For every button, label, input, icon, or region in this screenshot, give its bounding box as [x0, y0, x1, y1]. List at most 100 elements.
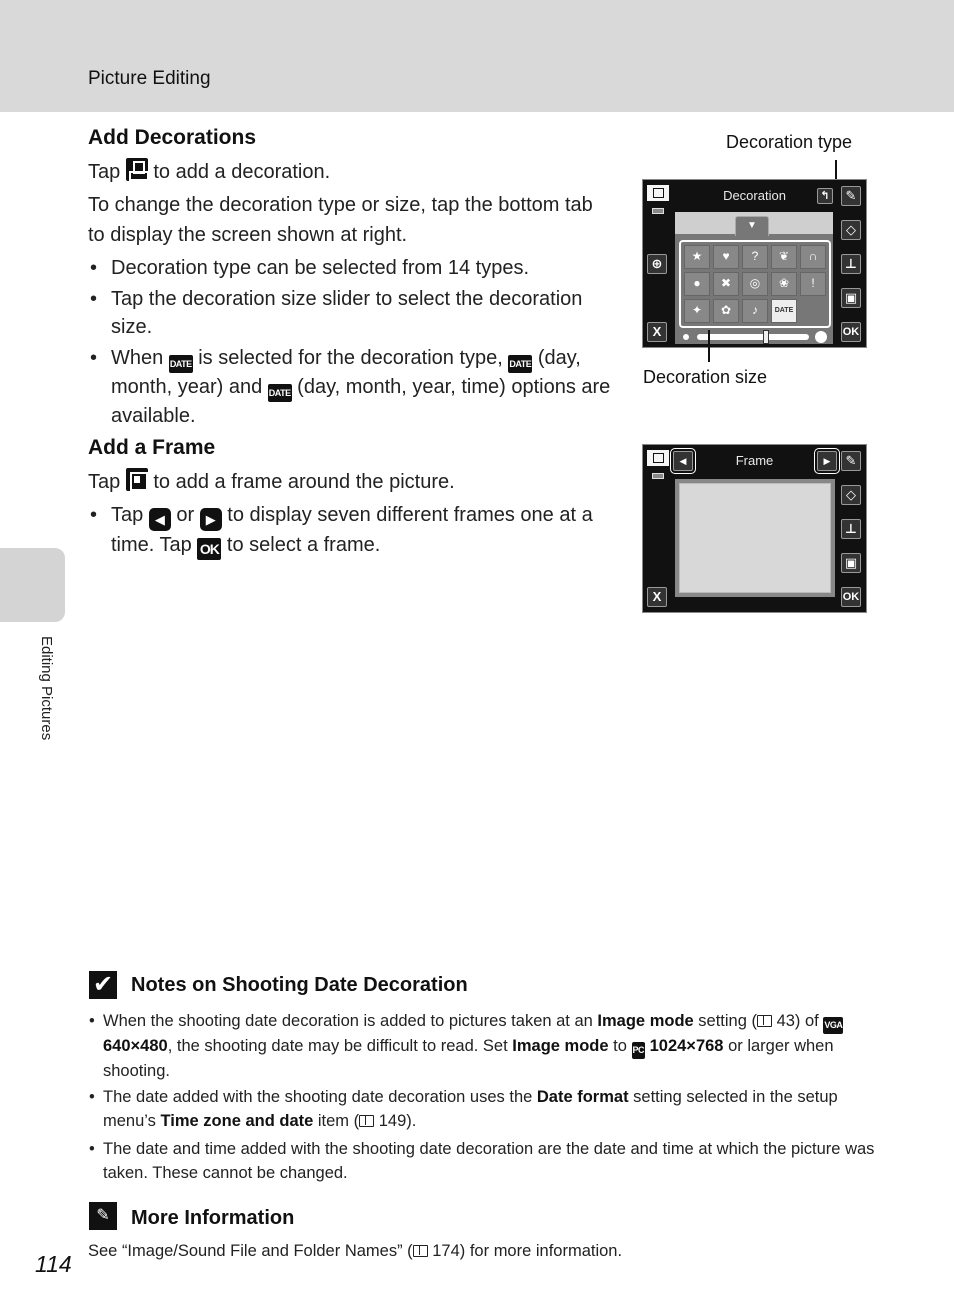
note-bullet-2: The date added with the shooting date de… [88, 1085, 878, 1133]
frame-bullet-1: Tap ◀ or ▶ to display seven different fr… [88, 501, 613, 560]
frame-icon [125, 468, 148, 491]
next-frame-button[interactable]: ▶ [814, 448, 840, 474]
chapter-label: Editing Pictures [38, 636, 55, 741]
back-button[interactable]: ↰ [817, 188, 833, 204]
decoration-star[interactable]: ★ [684, 245, 710, 269]
frame-tool-button[interactable]: ▣ [841, 553, 861, 573]
ok-button[interactable]: OK [841, 587, 861, 607]
stamp-tool-button[interactable]: ⊥ [841, 519, 861, 539]
text: The date added with the shooting date de… [103, 1088, 537, 1106]
date-icon: DATE [508, 355, 533, 373]
text: to select a frame. [226, 534, 381, 556]
vga-icon: VGA [823, 1017, 844, 1034]
header-title: Picture Editing [88, 68, 211, 89]
frame-screen: Frame ◀ ▶ X ✎ ◇ ⊥ ▣ OK [642, 444, 867, 613]
decoration-sparkle[interactable]: ✦ [684, 299, 710, 323]
decoration-type-grid: ★ ♥ ? ❦ ∩ ● ✖ ◎ ❀ ! ✦ ✿ ♪ DATE [679, 240, 831, 328]
ok-icon: OK [197, 538, 222, 560]
zoom-in-button[interactable]: ⊕ [647, 254, 667, 274]
battery-icon [652, 208, 664, 214]
slider-thumb[interactable] [762, 330, 769, 344]
text: 174) for more information. [427, 1242, 623, 1260]
eraser-tool-button[interactable]: ◇ [841, 220, 861, 240]
decoration-panel: ▼ ★ ♥ ? ❦ ∩ ● ✖ ◎ ❀ ! ✦ ✿ ♪ DATE [675, 212, 833, 344]
empty-cell [800, 299, 826, 323]
decorations-bullet-2: Tap the decoration size slider to select… [88, 285, 613, 341]
decoration-exclamation[interactable]: ! [800, 272, 826, 296]
decoration-note[interactable]: ♪ [742, 299, 768, 323]
date-time-icon: DATE [267, 384, 292, 402]
book-icon [412, 1245, 428, 1257]
section-heading-decorations: Add Decorations [88, 126, 257, 149]
decoration-bow[interactable]: ❀ [771, 272, 797, 296]
decoration-screen: Decoration ↰ ⊕ X ✎ ◇ ⊥ ▣ OK ▼ ★ ♥ ? ❦ ∩ … [642, 179, 867, 348]
text: item ( [313, 1112, 360, 1130]
pencil-tool-button[interactable]: ✎ [841, 186, 861, 206]
decoration-flower[interactable]: ✿ [713, 299, 739, 323]
decorations-bullet-1: Decoration type can be selected from 14 … [88, 254, 613, 282]
page-number: 114 [35, 1251, 72, 1277]
decorations-tap-line: Tap to add a decoration. [88, 157, 613, 187]
decoration-question[interactable]: ? [742, 245, 768, 269]
bold-text: Image mode [512, 1037, 609, 1055]
stamp-icon [125, 158, 149, 181]
right-arrow-icon: ▶ [199, 508, 222, 531]
frame-tool-button[interactable]: ▣ [841, 288, 861, 308]
decoration-leaf[interactable]: ❦ [771, 245, 797, 269]
text: or [176, 504, 195, 526]
pencil-tool-button[interactable]: ✎ [841, 451, 861, 471]
eraser-tool-button[interactable]: ◇ [841, 485, 861, 505]
text: to add a frame around the picture. [153, 471, 455, 493]
text: When the shooting date decoration is add… [103, 1012, 598, 1030]
info-bulb-icon: ✎ [89, 1202, 117, 1230]
notes-heading: Notes on Shooting Date Decoration [131, 974, 468, 996]
text: to add a decoration. [153, 161, 331, 183]
book-icon [756, 1015, 772, 1027]
decoration-headphones[interactable]: ∩ [800, 245, 826, 269]
bold-text: 1024×768 [645, 1037, 724, 1055]
callout-line-size [708, 330, 710, 362]
decoration-heart[interactable]: ♥ [713, 245, 739, 269]
collapse-tab[interactable]: ▼ [735, 216, 769, 236]
stamp-tool-button[interactable]: ⊥ [841, 254, 861, 274]
bold-text: Time zone and date [160, 1112, 314, 1130]
bold-text: Image mode [597, 1012, 694, 1030]
more-info-text: See “Image/Sound File and Folder Names” … [88, 1242, 622, 1261]
decoration-drop[interactable]: ● [684, 272, 710, 296]
date-icon: DATE [168, 355, 193, 373]
more-info-heading: More Information [131, 1207, 295, 1229]
header-band: Picture Editing [0, 0, 954, 112]
prev-frame-button[interactable]: ◀ [670, 448, 696, 474]
text: , the shooting date may be difficult to … [167, 1037, 513, 1055]
book-icon [359, 1115, 375, 1127]
battery-icon [652, 473, 664, 479]
decoration-ring[interactable]: ◎ [742, 272, 768, 296]
pc-icon: PC [631, 1042, 646, 1059]
size-small-icon [683, 334, 689, 340]
text: 149). [374, 1112, 417, 1130]
close-button[interactable]: X [647, 587, 667, 607]
text: When [111, 347, 164, 369]
decoration-date[interactable]: DATE [771, 299, 797, 323]
bold-text: 640×480 [103, 1037, 168, 1055]
decorations-bullet-3: When DATE is selected for the decoration… [88, 344, 613, 430]
ok-button[interactable]: OK [841, 322, 861, 342]
text: is selected for the decoration type, [198, 347, 503, 369]
size-large-icon [815, 331, 827, 343]
text: See “Image/Sound File and Folder Names” … [88, 1242, 413, 1260]
text: Tap [88, 471, 121, 493]
left-arrow-icon: ◀ [148, 508, 171, 531]
frame-preview [675, 479, 835, 597]
decorations-intro: To change the decoration type or size, t… [88, 194, 593, 246]
decoration-size-slider[interactable] [697, 330, 809, 344]
text: to [608, 1037, 632, 1055]
close-button[interactable]: X [647, 322, 667, 342]
callout-decoration-size: Decoration size [643, 367, 768, 387]
chapter-tab [0, 548, 65, 622]
decoration-butterfly[interactable]: ✖ [713, 272, 739, 296]
text: 43) of [771, 1012, 824, 1030]
text: Tap [88, 161, 121, 183]
note-bullet-1: When the shooting date decoration is add… [88, 1009, 878, 1083]
callout-decoration-type: Decoration type [726, 132, 853, 152]
text: setting ( [693, 1012, 757, 1030]
